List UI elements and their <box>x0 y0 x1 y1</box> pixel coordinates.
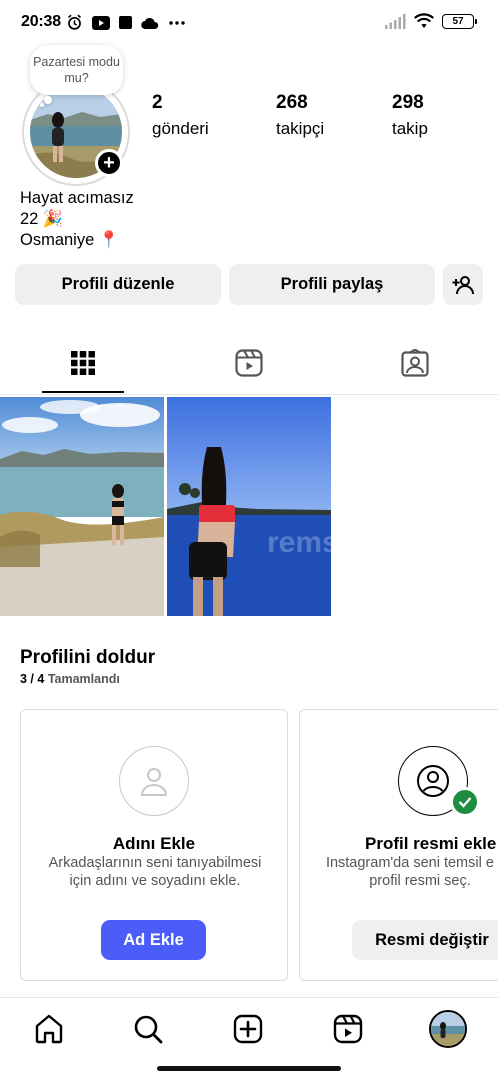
stat-followers-count: 268 <box>276 92 308 113</box>
post-watermark: remsa <box>267 526 331 559</box>
active-tab-indicator <box>42 391 124 393</box>
reels-icon <box>235 349 263 377</box>
status-icons-right: 57 <box>384 13 477 29</box>
search-icon <box>134 1015 163 1044</box>
bio-line-location: Osmaniye 📍 <box>20 231 120 249</box>
add-photo-description: Instagram'da seni temsil e bir profil re… <box>325 855 498 889</box>
complete-profile-title: Profilini doldur <box>20 647 156 668</box>
stat-following-label: takip <box>392 119 428 138</box>
add-name-card: Adını Ekle Arkadaşlarının seni tanıyabil… <box>20 709 288 981</box>
note-bubble-tail-small <box>40 103 44 107</box>
stat-followers-label: takipçi <box>276 119 325 138</box>
add-name-title: Adını Ekle <box>112 834 196 853</box>
app-icon <box>119 16 132 29</box>
create-icon <box>233 1014 263 1044</box>
progress-label: Tamamlandı <box>47 672 120 686</box>
home-icon <box>35 1014 63 1044</box>
add-photo-title: Profil resmi ekle <box>365 834 497 853</box>
bio-line-name: Hayat acımasız <box>20 189 134 207</box>
add-person-icon <box>452 275 474 294</box>
add-name-button[interactable]: Ad Ekle <box>101 920 206 960</box>
reels-icon <box>333 1014 363 1044</box>
discover-people-button[interactable] <box>443 264 483 305</box>
signal-icon <box>385 13 406 29</box>
post-thumbnail-1[interactable] <box>0 397 164 616</box>
status-icons-left <box>66 14 186 31</box>
change-photo-button[interactable]: Resmi değiştir <box>352 920 498 960</box>
nav-home[interactable] <box>32 1012 66 1046</box>
profile-bio: Hayat acımasız 22 🎉 Osmaniye 📍 <box>20 188 134 251</box>
profile-actions: Profili düzenle Profili paylaş <box>15 264 483 305</box>
stat-following[interactable]: 298 takip <box>392 92 428 139</box>
alarm-icon <box>68 14 81 30</box>
wifi-icon <box>414 13 434 28</box>
home-indicator[interactable] <box>157 1066 341 1071</box>
tab-grid[interactable] <box>0 332 166 394</box>
complete-profile-progress: 3 / 4 Tamamlandı <box>20 672 120 686</box>
note-bubble-tail <box>44 96 52 104</box>
nav-profile[interactable] <box>429 1010 467 1048</box>
person-icon <box>119 746 189 816</box>
posts-grid: remsa <box>0 397 331 616</box>
tagged-icon <box>401 349 429 377</box>
add-story-button[interactable]: + <box>95 149 123 177</box>
stat-followers[interactable]: 268 takipçi <box>276 92 324 139</box>
status-time: 20:38 <box>21 13 61 30</box>
nav-search[interactable] <box>131 1012 165 1046</box>
stat-posts[interactable]: 2 gönderi <box>152 92 209 139</box>
cloud-icon <box>141 17 159 29</box>
grid-icon <box>71 351 95 375</box>
profile-avatar <box>431 1012 465 1046</box>
profile-tabs <box>0 332 498 395</box>
stat-posts-label: gönderi <box>152 119 209 138</box>
stat-posts-count: 2 <box>152 92 163 113</box>
more-icon <box>169 20 185 25</box>
post-thumbnail-2[interactable]: remsa <box>167 397 331 616</box>
share-profile-button[interactable]: Profili paylaş <box>229 264 435 305</box>
youtube-icon <box>92 15 110 30</box>
edit-profile-button[interactable]: Profili düzenle <box>15 264 221 305</box>
add-photo-card: Profil resmi ekle Instagram'da seni tems… <box>299 709 498 981</box>
status-bar: 20:38 57 <box>0 0 498 44</box>
tab-reels[interactable] <box>166 332 332 394</box>
tab-tagged[interactable] <box>332 332 498 394</box>
bottom-navigation <box>0 997 498 1061</box>
note-bubble[interactable]: Pazartesi modu mu? <box>30 45 123 95</box>
add-name-description: Arkadaşlarının seni tanıyabilmesi için a… <box>48 855 262 889</box>
checkmark-icon <box>450 787 480 817</box>
bio-line-age: 22 🎉 <box>20 210 64 228</box>
nav-reels[interactable] <box>331 1012 365 1046</box>
battery-icon: 57 <box>442 13 477 29</box>
nav-create[interactable] <box>231 1012 265 1046</box>
progress-count: 3 / 4 <box>20 672 45 686</box>
stat-following-count: 298 <box>392 92 424 113</box>
